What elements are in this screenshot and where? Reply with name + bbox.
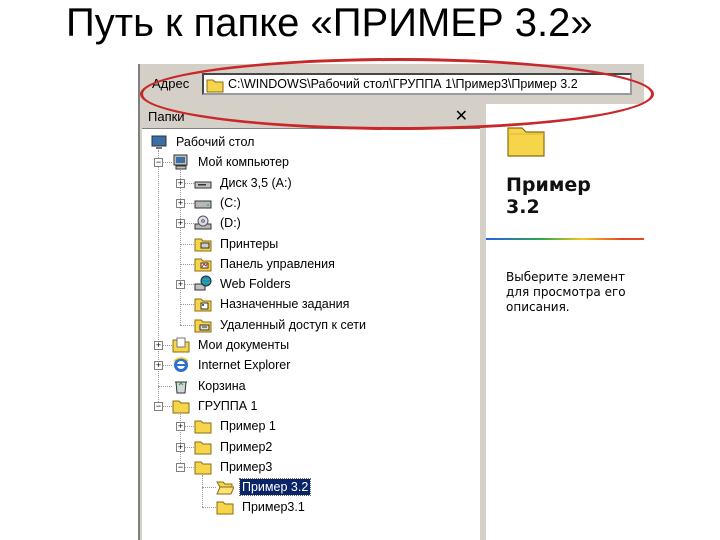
tree-item-label: Web Folders	[220, 277, 291, 291]
preview-desc-line1: Выберите элемент	[506, 270, 626, 284]
tree-item-label: Internet Explorer	[198, 358, 291, 372]
tree-item-label: ГРУППА 1	[198, 399, 258, 413]
preview-description: Выберите элемент для просмотра его описа…	[506, 270, 644, 315]
large-folder-icon	[507, 127, 545, 157]
tree-item-label: Пример3.1	[242, 500, 305, 514]
hard-drive-icon	[194, 200, 212, 209]
dial-up-icon	[194, 319, 212, 333]
preview-desc-line2: для просмотра его	[506, 285, 626, 299]
tree-connector	[180, 170, 181, 325]
tree-connector	[202, 507, 216, 508]
explorer-window: Адрес C:\WINDOWS\Рабочий стол\ГРУППА 1\П…	[138, 64, 644, 540]
tree-item-label: Рабочий стол	[176, 135, 255, 149]
preview-pane: Пример 3.2 Выберите элемент для просмотр…	[486, 104, 644, 540]
collapse-minus-icon[interactable]: −	[154, 158, 163, 167]
tree-item-label: Назначенные задания	[220, 297, 350, 311]
tree-item-label: (D:)	[220, 216, 241, 230]
tree-item-label: Пример3	[220, 460, 273, 474]
tree-item-label: Мой компьютер	[198, 155, 289, 169]
preview-title: Пример 3.2	[506, 174, 644, 218]
expand-plus-icon[interactable]: +	[176, 280, 185, 289]
folder-open-icon	[216, 481, 234, 495]
tree-item-label: (C:)	[220, 196, 241, 210]
expand-plus-icon[interactable]: +	[154, 341, 163, 350]
folders-pane: Папки ✕ Рабочий стол Мой компьютер − Диск 3…	[142, 104, 480, 540]
tree-item-label: Пример 1	[220, 419, 276, 433]
computer-icon	[173, 154, 188, 170]
expand-plus-icon[interactable]: +	[176, 219, 185, 228]
tree-connector	[202, 475, 203, 507]
preview-desc-line3: описания.	[506, 300, 570, 314]
expand-plus-icon[interactable]: +	[176, 422, 185, 431]
preview-title-line1: Пример	[506, 174, 591, 196]
cd-drive-icon	[194, 215, 212, 230]
tree-connector	[180, 304, 194, 305]
highlight-oval	[140, 58, 654, 130]
slide-title: Путь к папке «ПРИМЕР 3.2»	[66, 1, 593, 45]
tree-connector	[180, 325, 194, 326]
my-documents-icon	[172, 337, 190, 353]
folder-icon	[172, 400, 190, 414]
tree-item-label: Диск 3,5 (A:)	[220, 176, 292, 190]
tree-item-label: Панель управления	[220, 257, 335, 271]
tree-item-label: Удаленный доступ к сети	[220, 318, 366, 332]
internet-explorer-icon	[173, 357, 189, 372]
tree-connector	[180, 264, 194, 265]
tree-item-label: Принтеры	[220, 237, 279, 251]
web-folders-icon	[194, 275, 212, 291]
control-panel-icon	[194, 258, 212, 272]
folder-icon	[216, 501, 234, 515]
tree-connector	[202, 487, 216, 488]
tree-item-label: Корзина	[198, 379, 246, 393]
expand-plus-icon[interactable]: +	[176, 443, 185, 452]
tree-connector	[158, 386, 172, 387]
expand-plus-icon[interactable]: +	[176, 179, 185, 188]
scheduled-tasks-icon	[194, 298, 212, 312]
preview-title-line2: 3.2	[506, 196, 540, 218]
printers-folder-icon	[194, 238, 212, 252]
tree-item-label: Пример 3.2	[238, 478, 312, 496]
collapse-minus-icon[interactable]: −	[176, 463, 185, 472]
expand-plus-icon[interactable]: +	[176, 199, 185, 208]
folder-icon	[194, 461, 212, 475]
folder-icon	[194, 441, 212, 455]
tree-item-label: Мои документы	[198, 338, 290, 352]
preview-divider	[486, 238, 644, 240]
collapse-minus-icon[interactable]: −	[154, 402, 163, 411]
folder-icon	[194, 420, 212, 434]
recycle-bin-icon	[175, 381, 187, 394]
floppy-drive-icon	[194, 181, 212, 189]
tree-connector	[180, 244, 194, 245]
tree-item-label: Пример2	[220, 440, 273, 454]
expand-plus-icon[interactable]: +	[154, 361, 163, 370]
desktop-icon	[151, 135, 167, 149]
